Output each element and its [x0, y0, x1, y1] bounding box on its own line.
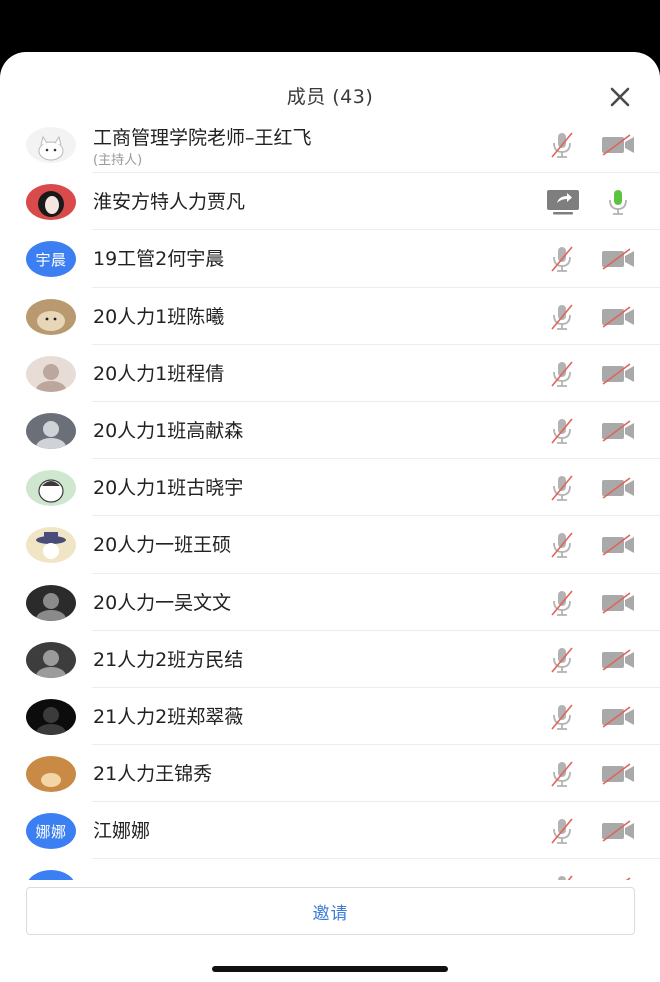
mic-muted-icon[interactable]	[548, 702, 576, 732]
mic-muted-icon[interactable]	[548, 302, 576, 332]
member-list[interactable]: 工商管理学院老师–王红飞 (主持人) 淮安方特人力贾凡宇晨 19工管2何宇晨 20人力1…	[0, 116, 660, 880]
cat-photo-avatar-icon	[26, 355, 76, 392]
avatar-text: 娜娜	[26, 813, 76, 850]
video-off-icon[interactable]	[600, 475, 636, 501]
member-name: 20人力1班古晓宇	[93, 477, 244, 500]
mic-muted-icon[interactable]	[548, 359, 576, 389]
member-row[interactable]: 21人力2班方民结	[0, 631, 660, 688]
video-off-icon[interactable]	[600, 818, 636, 844]
avatar-text	[26, 870, 76, 880]
member-name: 21人力王锦秀	[93, 763, 213, 786]
mic-muted-icon[interactable]	[548, 530, 576, 560]
member-row[interactable]: 工商管理学院老师–王红飞 (主持人)	[0, 116, 660, 174]
member-row[interactable]: 20人力1班陈曦	[0, 288, 660, 345]
video-off-icon[interactable]	[600, 246, 636, 272]
mic-muted-icon[interactable]	[548, 816, 576, 846]
avatar-text: 宇晨	[26, 241, 76, 278]
member-name: 江娜娜	[93, 820, 151, 843]
member-row[interactable]: 21人力王锦秀	[0, 745, 660, 803]
person-avatar-icon	[26, 584, 76, 621]
member-row[interactable]: 宇晨 19工管2何宇晨	[0, 230, 660, 288]
member-row[interactable]: 20人力1班高献森	[0, 402, 660, 460]
dog-avatar-icon	[26, 298, 76, 335]
video-off-icon[interactable]	[600, 418, 636, 444]
member-row[interactable]: 20人力一班王硕	[0, 516, 660, 574]
mic-muted-icon[interactable]	[548, 416, 576, 446]
member-row[interactable]: 21人力2班郑翠薇	[0, 688, 660, 746]
member-row[interactable]: 20人力1班古晓宇	[0, 459, 660, 517]
photo-avatar-icon	[26, 641, 76, 678]
member-name: 21人力2班郑翠薇	[93, 705, 244, 728]
video-off-icon[interactable]	[600, 304, 636, 330]
host-label: (主持人)	[93, 153, 143, 168]
member-name: 20人力一班王硕	[93, 534, 232, 557]
mic-muted-icon[interactable]	[548, 473, 576, 503]
mic-muted-icon[interactable]	[548, 645, 576, 675]
member-name: 淮安方特人力贾凡	[93, 191, 246, 214]
mic-muted-icon[interactable]	[548, 873, 576, 880]
screen-share-icon[interactable]	[545, 187, 581, 217]
video-off-icon[interactable]	[600, 761, 636, 787]
member-row[interactable]: 娜娜 江娜娜	[0, 802, 660, 860]
mic-muted-icon[interactable]	[548, 588, 576, 618]
video-off-icon[interactable]	[600, 532, 636, 558]
person-avatar-icon	[26, 412, 76, 449]
member-name: 19工管2何宇晨	[93, 248, 225, 271]
home-indicator[interactable]	[212, 966, 448, 972]
member-row[interactable]: 20人力一吴文文	[0, 574, 660, 631]
video-off-icon[interactable]	[600, 875, 636, 880]
girl-avatar-icon	[26, 184, 76, 221]
member-name: 20人力1班高献森	[93, 419, 244, 442]
close-icon	[610, 87, 630, 107]
dark-photo-avatar-icon	[26, 698, 76, 735]
video-off-icon[interactable]	[600, 704, 636, 730]
mic-muted-icon[interactable]	[548, 759, 576, 789]
video-off-icon[interactable]	[600, 647, 636, 673]
cartoon-avatar-icon	[26, 470, 76, 507]
invite-button[interactable]: 邀请	[26, 887, 635, 935]
cartoon-hat-avatar-icon	[26, 527, 76, 564]
video-off-icon[interactable]	[600, 361, 636, 387]
members-panel: 成员 (43) 工商管理学院老师–王红飞 (主持人) 淮安方特人力贾凡宇晨 19工管2…	[0, 52, 660, 982]
bear-avatar-icon	[26, 756, 76, 793]
member-name: 20人力1班程倩	[93, 362, 225, 385]
panel-title: 成员 (43)	[286, 86, 374, 108]
video-off-icon[interactable]	[600, 590, 636, 616]
member-row[interactable]: 20人力1班程倩	[0, 345, 660, 402]
member-name: 20人力1班陈曦	[93, 305, 225, 328]
cat-avatar-icon	[26, 127, 76, 163]
member-row[interactable]	[0, 859, 660, 880]
mic-active-icon[interactable]	[604, 187, 632, 217]
mic-muted-icon[interactable]	[548, 244, 576, 274]
close-button[interactable]	[604, 82, 636, 112]
member-name: 20人力一吴文文	[93, 591, 232, 614]
mic-muted-icon[interactable]	[548, 130, 576, 160]
video-off-icon[interactable]	[600, 132, 636, 158]
member-name: 21人力2班方民结	[93, 648, 244, 671]
member-name: 工商管理学院老师–王红飞	[93, 127, 312, 149]
member-row[interactable]: 淮安方特人力贾凡	[0, 173, 660, 231]
